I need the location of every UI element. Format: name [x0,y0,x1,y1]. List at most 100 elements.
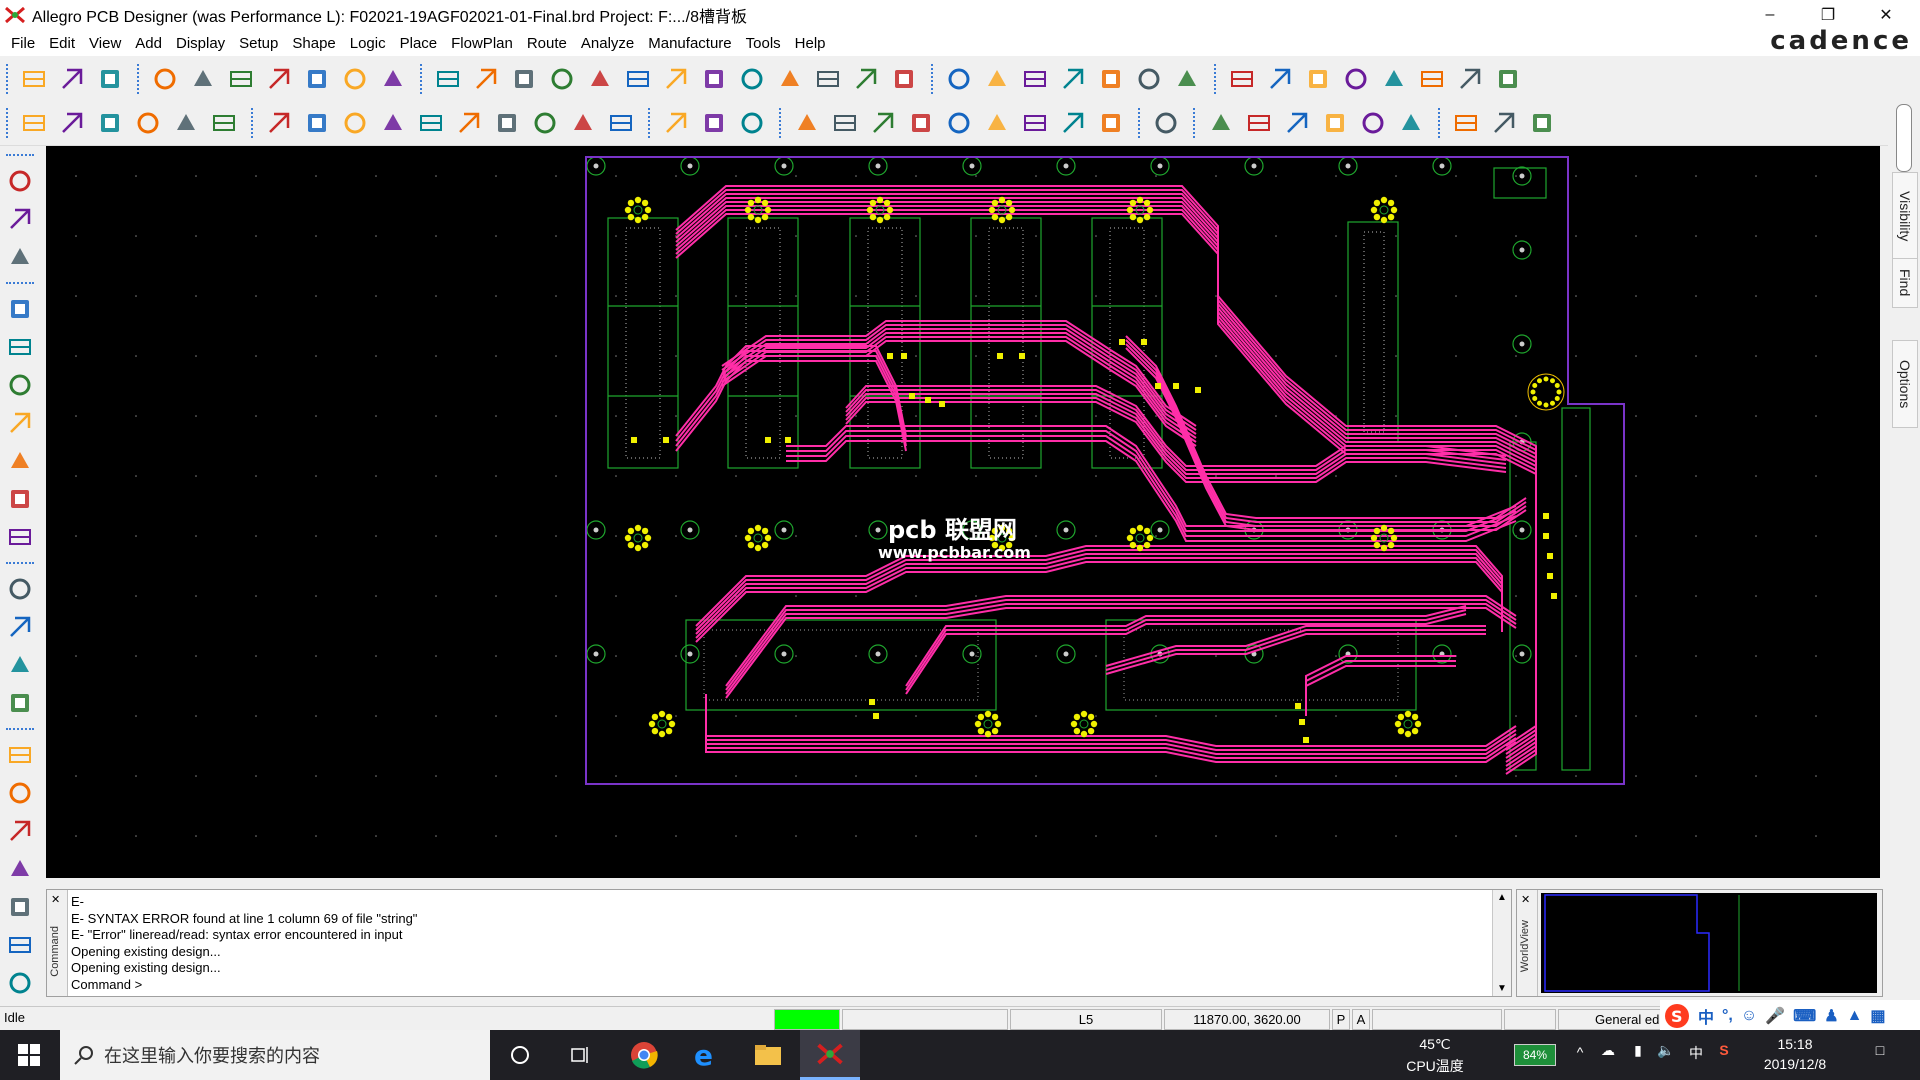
menu-file[interactable]: File [11,35,35,52]
zoom-fit-button[interactable] [545,62,579,96]
film-button[interactable] [1204,106,1238,140]
window-button[interactable] [1394,106,1428,140]
lightbulb-button[interactable] [1415,62,1449,96]
menu-logic[interactable]: Logic [350,35,386,52]
allegro-taskbar-icon[interactable] [800,1030,860,1080]
vias-button[interactable] [4,444,36,478]
undo-button[interactable] [262,62,296,96]
flag-button[interactable] [980,106,1014,140]
bottom-button[interactable] [4,966,36,1000]
toolbar-grip[interactable] [1193,108,1199,138]
tab-find[interactable]: Find [1892,258,1918,308]
slide-button[interactable] [414,106,448,140]
resistor-button[interactable] [4,240,36,274]
toolbar-grip[interactable] [779,108,785,138]
command-prompt[interactable]: Command > [71,977,417,994]
toolbar-grip[interactable] [137,64,143,94]
design-canvas[interactable]: pcb 联盟网 www.pcbbar.com [46,146,1880,878]
ime-mic-icon[interactable]: 🎤 [1765,1006,1785,1026]
hourglass-button[interactable] [1453,62,1487,96]
package-button[interactable] [659,106,693,140]
redo-list-button[interactable] [376,62,410,96]
notification-icon[interactable]: □ [1866,1042,1894,1058]
delay-tune-button[interactable] [4,368,36,402]
menu-setup[interactable]: Setup [239,35,278,52]
fanout-left-button[interactable] [4,406,36,440]
add-connect-button[interactable] [262,106,296,140]
toolbar-grip[interactable] [420,64,426,94]
menu-view[interactable]: View [89,35,121,52]
ime-keyboard-icon[interactable]: ⌨ [1793,1006,1816,1026]
save-button[interactable] [93,62,127,96]
odb-button[interactable] [790,106,824,140]
wave-button[interactable] [1149,106,1183,140]
rect-button[interactable] [300,106,334,140]
ref-des-button[interactable] [942,106,976,140]
gloss-button[interactable] [4,482,36,516]
array-button[interactable] [1094,106,1128,140]
status-layer[interactable]: L5 [1010,1009,1162,1030]
matrix-button[interactable] [1018,106,1052,140]
cortana-icon[interactable] [490,1030,550,1080]
status-a-flag[interactable]: A [1352,1009,1370,1030]
spread-button[interactable] [4,330,36,364]
octagon-button[interactable] [528,106,562,140]
group-button[interactable] [4,890,36,924]
3d-view-button[interactable] [849,62,883,96]
add-text-button[interactable] [4,648,36,682]
worldview-close-icon[interactable]: ✕ [1521,893,1530,906]
counter-button[interactable] [1301,62,1335,96]
shape-button[interactable] [566,106,600,140]
toolbar-grip[interactable] [6,64,12,94]
arc-button[interactable] [452,106,486,140]
scroll-down-icon[interactable]: ▼ [1493,983,1511,994]
task-view-icon[interactable] [550,1030,610,1080]
sun-button[interactable] [1377,62,1411,96]
place-manual-button[interactable] [17,106,51,140]
ime-lang[interactable]: 中 [1698,1004,1714,1028]
zoom-world-button[interactable] [697,62,731,96]
book-button[interactable] [1242,106,1276,140]
grid-button[interactable] [507,62,541,96]
zoom-previous-button[interactable] [735,62,769,96]
route-button[interactable] [131,106,165,140]
toolbar-grip[interactable] [6,282,34,288]
u1-button[interactable] [4,202,36,236]
place-button[interactable] [55,106,89,140]
sogou-icon[interactable]: S [1664,1003,1690,1029]
scene-button[interactable] [1449,106,1483,140]
phase-button[interactable] [4,520,36,554]
start-button[interactable] [0,1030,58,1080]
clock-date[interactable]: 2019/12/8 [1750,1056,1840,1072]
check-button[interactable] [1318,106,1352,140]
measure-button[interactable] [1263,62,1297,96]
menu-tools[interactable]: Tools [746,35,781,52]
swap-button[interactable] [93,106,127,140]
toolbar-grip[interactable] [6,728,34,734]
route-connect-button[interactable] [4,292,36,326]
highlight-button[interactable] [1339,62,1373,96]
help-button[interactable] [1525,106,1559,140]
toolbar-grip[interactable] [931,64,937,94]
status-p-flag[interactable]: P [1332,1009,1350,1030]
toolbar-grip[interactable] [6,108,12,138]
open-button[interactable] [55,62,89,96]
layer-button[interactable] [1018,62,1052,96]
camera-button[interactable] [904,106,938,140]
library-button[interactable] [828,106,862,140]
edge-icon[interactable]: e [676,1030,736,1080]
pcb-board-view[interactable]: pcb 联盟网 www.pcbbar.com [46,146,1880,878]
ime-punct-icon[interactable]: °, [1722,1007,1733,1025]
menu-display[interactable]: Display [176,35,225,52]
net-button[interactable] [4,852,36,886]
route-slide-button[interactable] [4,776,36,810]
ime-skin-icon[interactable]: ▲ [1847,1007,1863,1025]
edit-text-button[interactable] [4,686,36,720]
matrix-left-button[interactable] [4,928,36,962]
ime-user-icon[interactable]: ♟ [1824,1006,1838,1026]
snap-grid-button[interactable] [942,62,976,96]
menu-add[interactable]: Add [135,35,162,52]
clock-time[interactable]: 15:18 [1750,1036,1840,1052]
volume-icon[interactable]: 🔈 [1654,1042,1678,1059]
circle-button[interactable] [338,106,372,140]
